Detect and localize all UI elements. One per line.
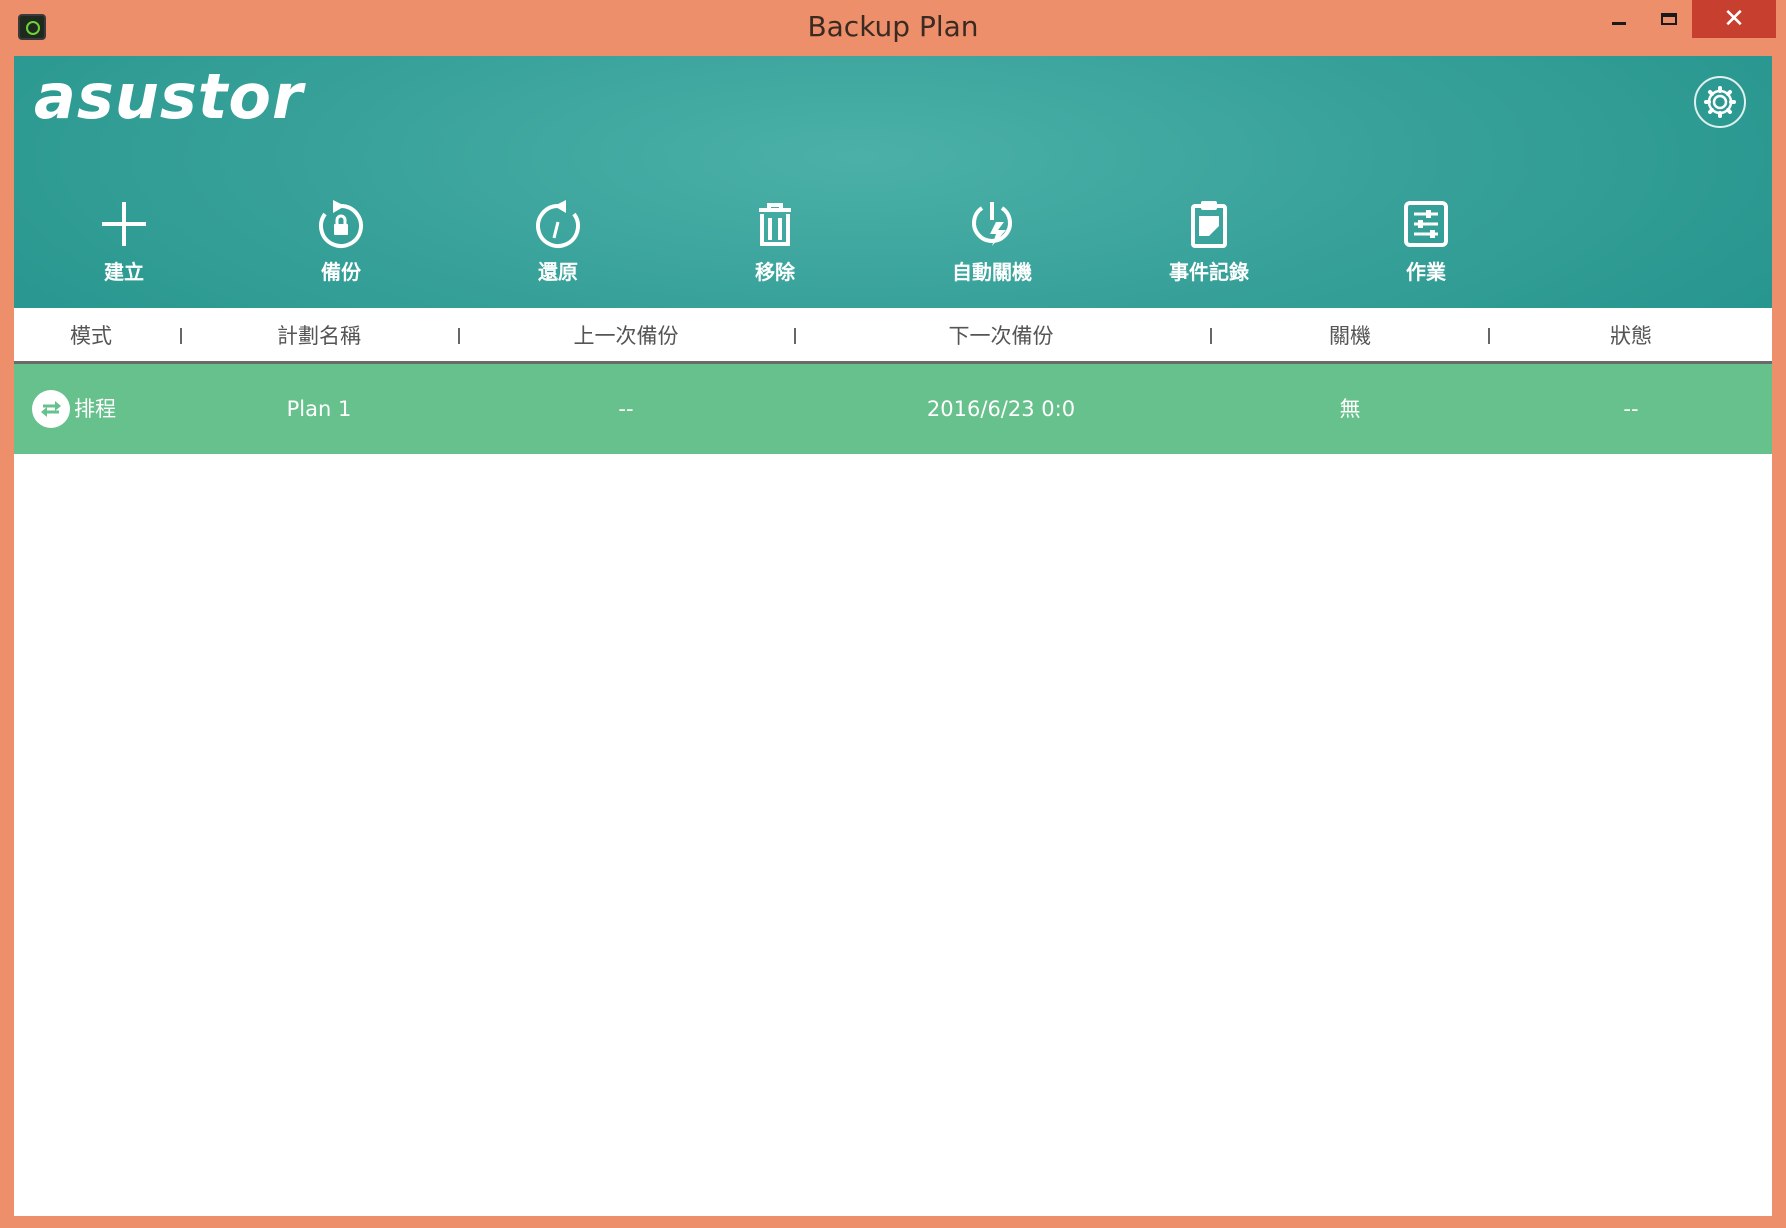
restore-icon (530, 196, 586, 252)
maximize-icon (1661, 13, 1677, 25)
tasks-button[interactable]: 作業 (1356, 196, 1496, 296)
title-bar[interactable]: Backup Plan ✕ (0, 0, 1786, 56)
remove-label: 移除 (755, 260, 795, 284)
maximize-button[interactable] (1640, 0, 1698, 38)
schedule-sync-icon (32, 390, 70, 428)
cell-mode: 排程 (74, 397, 116, 421)
clipboard-icon (1181, 196, 1237, 252)
column-header-mode[interactable]: 模式 (14, 308, 168, 361)
event-log-label: 事件記錄 (1169, 260, 1249, 284)
window-title: Backup Plan (807, 10, 979, 43)
power-bolt-icon (964, 196, 1020, 252)
plus-icon (96, 196, 152, 252)
cell-shutdown: 無 (1339, 397, 1361, 421)
cell-plan-name: Plan 1 (286, 397, 352, 421)
backup-label: 備份 (321, 260, 361, 284)
client-area: asustor 建立 備份 還原 移除 自動關機 事件記錄 作業 模式 計劃名稱… (14, 56, 1772, 1216)
cell-status: -- (1623, 397, 1639, 421)
close-icon: ✕ (1723, 4, 1745, 34)
column-header-shutdown[interactable]: 關機 (1212, 308, 1488, 361)
cell-last-backup: -- (618, 397, 634, 421)
auto-shutdown-label: 自動關機 (952, 260, 1032, 284)
gear-icon (1704, 86, 1736, 118)
task-list-icon (1398, 196, 1454, 252)
backup-button[interactable]: 備份 (271, 196, 411, 296)
restore-label: 還原 (538, 260, 578, 284)
column-header-last-backup[interactable]: 上一次備份 (460, 308, 792, 361)
tasks-label: 作業 (1406, 260, 1446, 284)
restore-button[interactable]: 還原 (488, 196, 628, 296)
table-header: 模式 計劃名稱 上一次備份 下一次備份 關機 狀態 (14, 308, 1772, 364)
event-log-button[interactable]: 事件記錄 (1139, 196, 1279, 296)
column-header-next-backup[interactable]: 下一次備份 (796, 308, 1206, 361)
table-row[interactable]: 排程 Plan 1 -- 2016/6/23 0:0 無 -- (14, 364, 1772, 454)
app-header: asustor 建立 備份 還原 移除 自動關機 事件記錄 作業 (14, 56, 1772, 308)
minimize-icon (1612, 21, 1626, 25)
remove-button[interactable]: 移除 (705, 196, 845, 296)
toolbar: 建立 備份 還原 移除 自動關機 事件記錄 作業 (14, 196, 1772, 296)
app-window: Backup Plan ✕ asustor 建立 備份 還原 移除 自動關機 事… (0, 0, 1786, 1228)
create-button[interactable]: 建立 (54, 196, 194, 296)
column-header-plan-name[interactable]: 計劃名稱 (182, 308, 456, 361)
settings-button[interactable] (1694, 76, 1746, 128)
backup-lock-icon (313, 196, 369, 252)
cell-next-backup: 2016/6/23 0:0 (926, 397, 1076, 421)
column-header-status[interactable]: 狀態 (1490, 308, 1772, 361)
create-label: 建立 (104, 260, 144, 284)
auto-shutdown-button[interactable]: 自動關機 (922, 196, 1062, 296)
close-button[interactable]: ✕ (1692, 0, 1776, 38)
asustor-logo: asustor (34, 60, 304, 133)
trash-icon (747, 196, 803, 252)
